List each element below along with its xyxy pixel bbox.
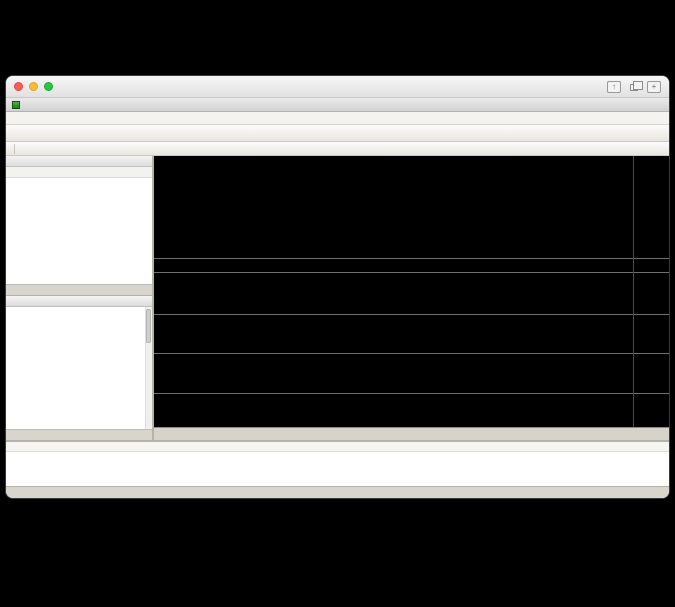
app-titlebar [6,98,669,112]
market-watch-column-headers [6,167,152,178]
osma-chart[interactable] [154,315,454,353]
drawing-toolbar [6,142,669,156]
scrollbar-thumb[interactable] [146,309,151,343]
main-chart-window[interactable] [154,156,669,258]
navigator-header [6,296,152,307]
macd-chart[interactable] [154,273,454,314]
mt4-app-icon [12,101,20,109]
chart-area [154,156,669,440]
navigator-scrollbar[interactable] [145,307,152,429]
terminal-panel [6,440,669,498]
new-tab-icon[interactable]: + [647,81,661,93]
market-watch-header [6,156,152,167]
osma-window[interactable] [154,314,669,353]
mac-titlebar: ↑ + [6,76,669,98]
cci-chart[interactable] [154,354,454,393]
app-window: ↑ + [6,76,669,498]
price-scale-column[interactable] [633,156,669,427]
workspace [6,156,669,440]
terminal-tabs [6,486,669,498]
time-scale[interactable] [154,427,669,440]
left-panel-column [6,156,154,440]
price-chart[interactable] [154,156,454,258]
chrome-actions: ↑ + [607,81,661,93]
toolbar-separator [14,144,15,154]
menu-bar [6,112,669,125]
macd-window[interactable] [154,272,669,314]
main-toolbar [6,125,669,142]
codebase-rows [6,452,669,486]
cci-window[interactable] [154,353,669,393]
navigator-panel [6,295,152,440]
minimize-button[interactable] [29,82,38,91]
market-watch-rows [6,178,152,284]
close-button[interactable] [14,82,23,91]
navigator-tree [6,307,152,429]
analyst-views-window[interactable] [154,258,669,272]
tab-overview-icon[interactable] [630,84,638,91]
navigator-tabs [6,429,152,440]
share-icon[interactable]: ↑ [607,81,621,93]
maximize-button[interactable] [44,82,53,91]
market-watch-tabs [6,284,152,295]
market-watch-panel [6,156,152,295]
codebase-column-headers [6,442,669,452]
bulls-chart[interactable] [154,394,454,427]
bulls-window[interactable] [154,393,669,427]
